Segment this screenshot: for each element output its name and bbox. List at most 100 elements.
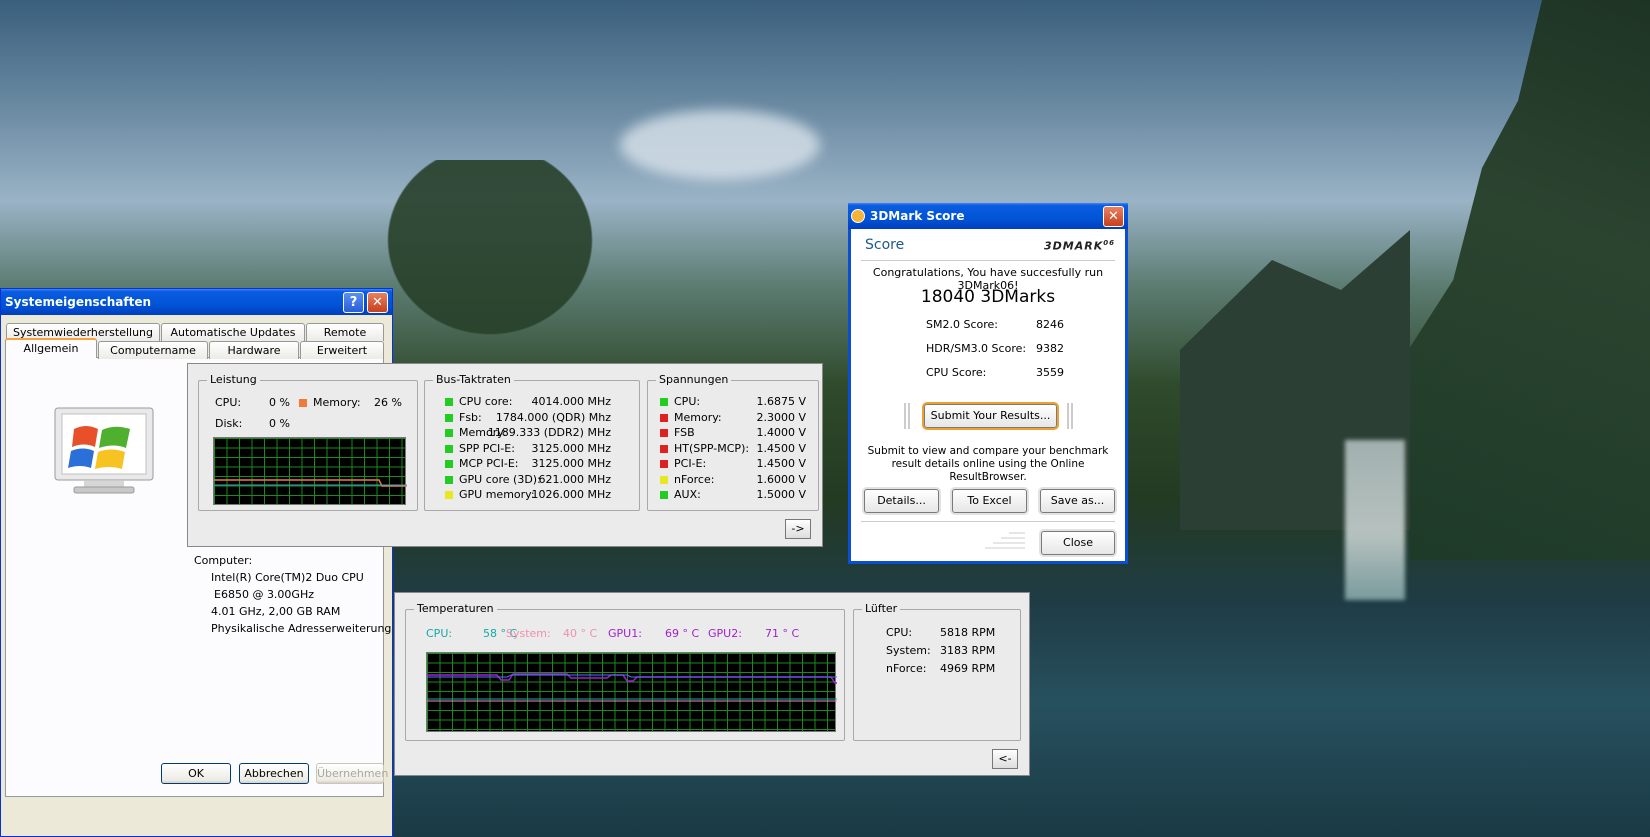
score-value: 9382 <box>1036 342 1064 355</box>
voltage-row-value: 2.3000 V <box>756 410 806 424</box>
divider <box>861 521 1115 522</box>
voltage-row-label: Memory: <box>660 411 722 424</box>
score-value: 3559 <box>1036 366 1064 379</box>
voltage-label-text: CPU: <box>674 395 701 408</box>
leistung-group: Leistung CPU: 0 % Memory: 26 % Disk: 0 % <box>198 373 418 511</box>
to-excel-button[interactable]: To Excel <box>952 489 1027 513</box>
tab-erweitert[interactable]: Erweitert <box>300 341 384 359</box>
submit-description: Submit to view and compare your benchmar… <box>867 445 1109 483</box>
bus-label-text: MCP PCI-E: <box>459 457 519 470</box>
bus-title: Bus-Taktraten <box>433 373 514 386</box>
bus-row-value: 1784.000 (QDR) Mhz <box>495 410 611 424</box>
expand-arrow-button[interactable]: -> <box>785 519 811 539</box>
status-dot-icon <box>660 429 668 437</box>
fan-value: 3183 RPM <box>940 644 996 657</box>
voltage-row-label: nForce: <box>660 473 714 486</box>
cpu-load-value: 0 % <box>269 396 290 409</box>
voltage-label-text: FSB <box>674 426 695 439</box>
voltage-row-value: 1.4500 V <box>756 441 806 455</box>
app-icon <box>851 209 865 223</box>
voltage-row-label: CPU: <box>660 395 700 408</box>
close-icon[interactable]: ✕ <box>1103 205 1124 227</box>
cpu-load-label: CPU: <box>215 396 242 409</box>
bus-label-text: GPU memory: <box>459 488 535 501</box>
tab-automatische-updates[interactable]: Automatische Updates <box>161 323 305 341</box>
voltage-row-value: 1.6000 V <box>756 472 806 486</box>
status-dot-icon <box>445 413 453 422</box>
voltage-title: Spannungen <box>656 373 732 386</box>
bus-row-label: CPU core: <box>445 395 512 408</box>
close-button[interactable]: Close <box>1041 531 1115 555</box>
bus-row-label: SPP PCI-E: <box>445 442 515 455</box>
voltage-group: Spannungen CPU: 1.6875 V Memory: 2.3000 V FS… <box>647 373 819 511</box>
computer-label: Computer: <box>194 554 253 567</box>
load-graph <box>213 437 407 505</box>
total-score: 18040 3DMarks <box>920 287 1056 307</box>
wallpaper-mountain <box>1410 0 1650 560</box>
voltage-row-label: FSB <box>660 426 695 439</box>
tab-remote[interactable]: Remote <box>306 323 384 341</box>
voltage-row-label: PCI-E: <box>660 457 706 470</box>
score-heading: Score <box>865 237 905 253</box>
status-dot-icon <box>445 398 453 406</box>
status-dot-icon <box>445 475 453 484</box>
fan-group: Lüfter CPU: 5818 RPM System: 3183 RPM nForce… <box>853 602 1021 741</box>
voltage-row-value: 1.4000 V <box>756 426 806 439</box>
fan-value: 5818 RPM <box>940 626 996 639</box>
bus-row-label: GPU memory: <box>445 488 535 501</box>
submit-results-button[interactable]: Submit Your Results... <box>924 404 1057 428</box>
bus-row-label: GPU core (3D): <box>445 473 541 486</box>
help-button[interactable]: ? <box>343 291 364 313</box>
load-graph-lines <box>214 479 407 487</box>
title-bar[interactable]: Systemeigenschaften ? ✕ <box>1 289 392 315</box>
window-title: Systemeigenschaften <box>5 295 152 309</box>
disk-load-value: 0 % <box>269 417 290 430</box>
apply-button[interactable]: Übernehmen <box>316 763 388 784</box>
ok-button[interactable]: OK <box>161 763 231 784</box>
temperature-label: GPU2: <box>708 627 742 640</box>
voltage-label-text: Memory: <box>674 410 722 424</box>
temperature-title: Temperaturen <box>414 602 497 615</box>
status-dot-icon <box>660 491 668 499</box>
status-dot-icon <box>445 429 453 437</box>
close-button[interactable]: ✕ <box>367 291 388 313</box>
fan-title: Lüfter <box>862 602 901 615</box>
temperature-value: 69 ° C <box>665 627 700 640</box>
status-dot-icon <box>445 444 453 453</box>
memory-load-label: Memory: <box>299 396 361 409</box>
status-dot-icon <box>660 413 668 422</box>
tab-allgemein[interactable]: Allgemein <box>5 338 97 358</box>
bus-row-value: 1026.000 MHz <box>531 488 611 501</box>
tab-hardware[interactable]: Hardware <box>209 341 299 359</box>
decorative-lines-icon <box>985 532 1025 549</box>
temperature-group: Temperaturen CPU: 58 ° C System: 40 ° C GPU1… <box>405 602 845 741</box>
temperature-label: System: <box>506 627 551 640</box>
temperature-label: CPU: <box>426 627 453 640</box>
bus-label-text: SPP PCI-E: <box>459 441 515 455</box>
wallpaper-palm <box>360 160 620 360</box>
title-bar[interactable]: 3DMark Score ✕ <box>848 203 1128 229</box>
temperature-label: GPU1: <box>608 627 642 640</box>
fan-label: CPU: <box>886 626 913 639</box>
bus-label-text: GPU core (3D): <box>459 472 541 486</box>
temperature-value: 71 ° C <box>765 627 800 640</box>
bus-label-text: Fsb: <box>459 410 482 424</box>
save-as-button[interactable]: Save as... <box>1040 489 1115 513</box>
collapse-arrow-button[interactable]: <- <box>992 749 1018 769</box>
3dmark-score-window: 3DMark Score ✕ Score 3DMARK06 Congratula… <box>848 203 1128 564</box>
voltage-label-text: HT(SPP-MCP): <box>674 441 750 455</box>
tab-computername[interactable]: Computername <box>98 341 208 359</box>
cpu-speed-ram: 4.01 GHz, 2,00 GB RAM <box>211 605 341 618</box>
fan-label: System: <box>886 644 931 657</box>
cancel-button[interactable]: Abbrechen <box>239 763 309 784</box>
status-dot-icon <box>660 475 668 484</box>
window-title: 3DMark Score <box>870 209 965 223</box>
bus-row-value: 3125.000 MHz <box>531 441 611 455</box>
score-label: CPU Score: <box>926 366 987 379</box>
details-button[interactable]: Details... <box>864 489 939 513</box>
voltage-row-value: 1.6875 V <box>756 395 806 408</box>
status-dot-icon <box>660 444 668 453</box>
bus-row-value: 1189.333 (DDR2) MHz <box>487 426 611 439</box>
bus-row-label: Fsb: <box>445 411 482 424</box>
voltage-row-label: AUX: <box>660 488 701 501</box>
